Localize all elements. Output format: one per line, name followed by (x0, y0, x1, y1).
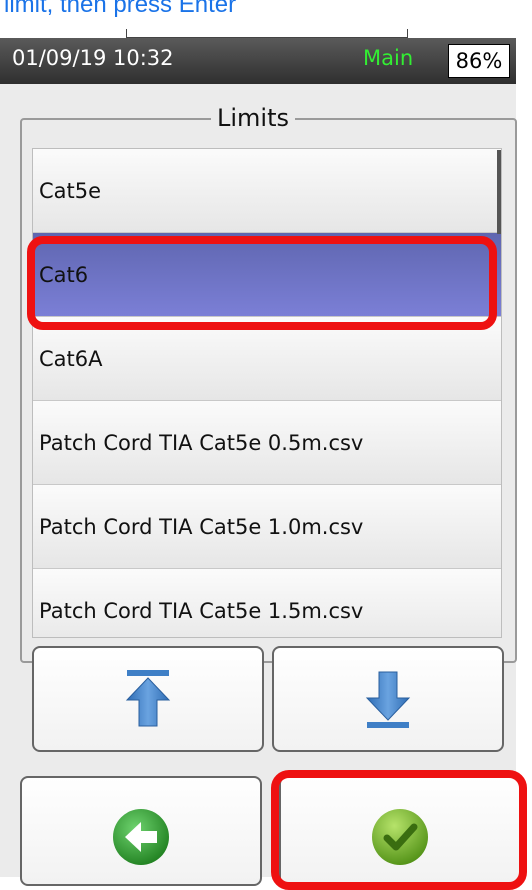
list-item[interactable]: Patch Cord TIA Cat5e 1.5m.csv (33, 569, 501, 637)
list-scrollbar[interactable] (497, 150, 501, 234)
list-item-selected[interactable]: Cat6 (33, 233, 501, 317)
list-item[interactable]: Patch Cord TIA Cat5e 1.0m.csv (33, 485, 501, 569)
back-button[interactable] (20, 776, 262, 886)
list-item-label: Cat5e (39, 179, 102, 203)
instruction-input-frame (126, 29, 408, 38)
status-bar: 01/09/19 10:32 Main 86% (0, 38, 516, 84)
list-item-label: Cat6 (39, 263, 89, 287)
scroll-to-top-icon (125, 670, 171, 727)
list-item-label: Patch Cord TIA Cat5e 0.5m.csv (39, 431, 364, 455)
limits-title: Limits (211, 104, 295, 132)
checkmark-icon (372, 809, 428, 865)
list-item[interactable]: Cat6A (33, 317, 501, 401)
ok-button[interactable] (279, 776, 521, 886)
list-item-label: Cat6A (39, 347, 103, 371)
status-mode: Main (363, 46, 414, 70)
back-arrow-icon (113, 809, 169, 865)
battery-level: 86% (448, 44, 510, 78)
status-datetime: 01/09/19 10:32 (12, 46, 174, 70)
scroll-bottom-button[interactable] (272, 646, 504, 752)
list-item-label: Patch Cord TIA Cat5e 1.0m.csv (39, 515, 364, 539)
scroll-to-bottom-icon (365, 671, 411, 728)
screen: Limits Cat5e Cat6 Cat6A Patch Cord TIA C… (0, 84, 517, 877)
list-item[interactable]: Cat5e (33, 149, 501, 233)
limits-list[interactable]: Cat5e Cat6 Cat6A Patch Cord TIA Cat5e 0.… (32, 148, 502, 638)
list-item-label: Patch Cord TIA Cat5e 1.5m.csv (39, 599, 364, 623)
scroll-top-button[interactable] (32, 646, 264, 752)
list-item[interactable]: Patch Cord TIA Cat5e 0.5m.csv (33, 401, 501, 485)
instruction-text: limit, then press Enter (4, 0, 237, 18)
